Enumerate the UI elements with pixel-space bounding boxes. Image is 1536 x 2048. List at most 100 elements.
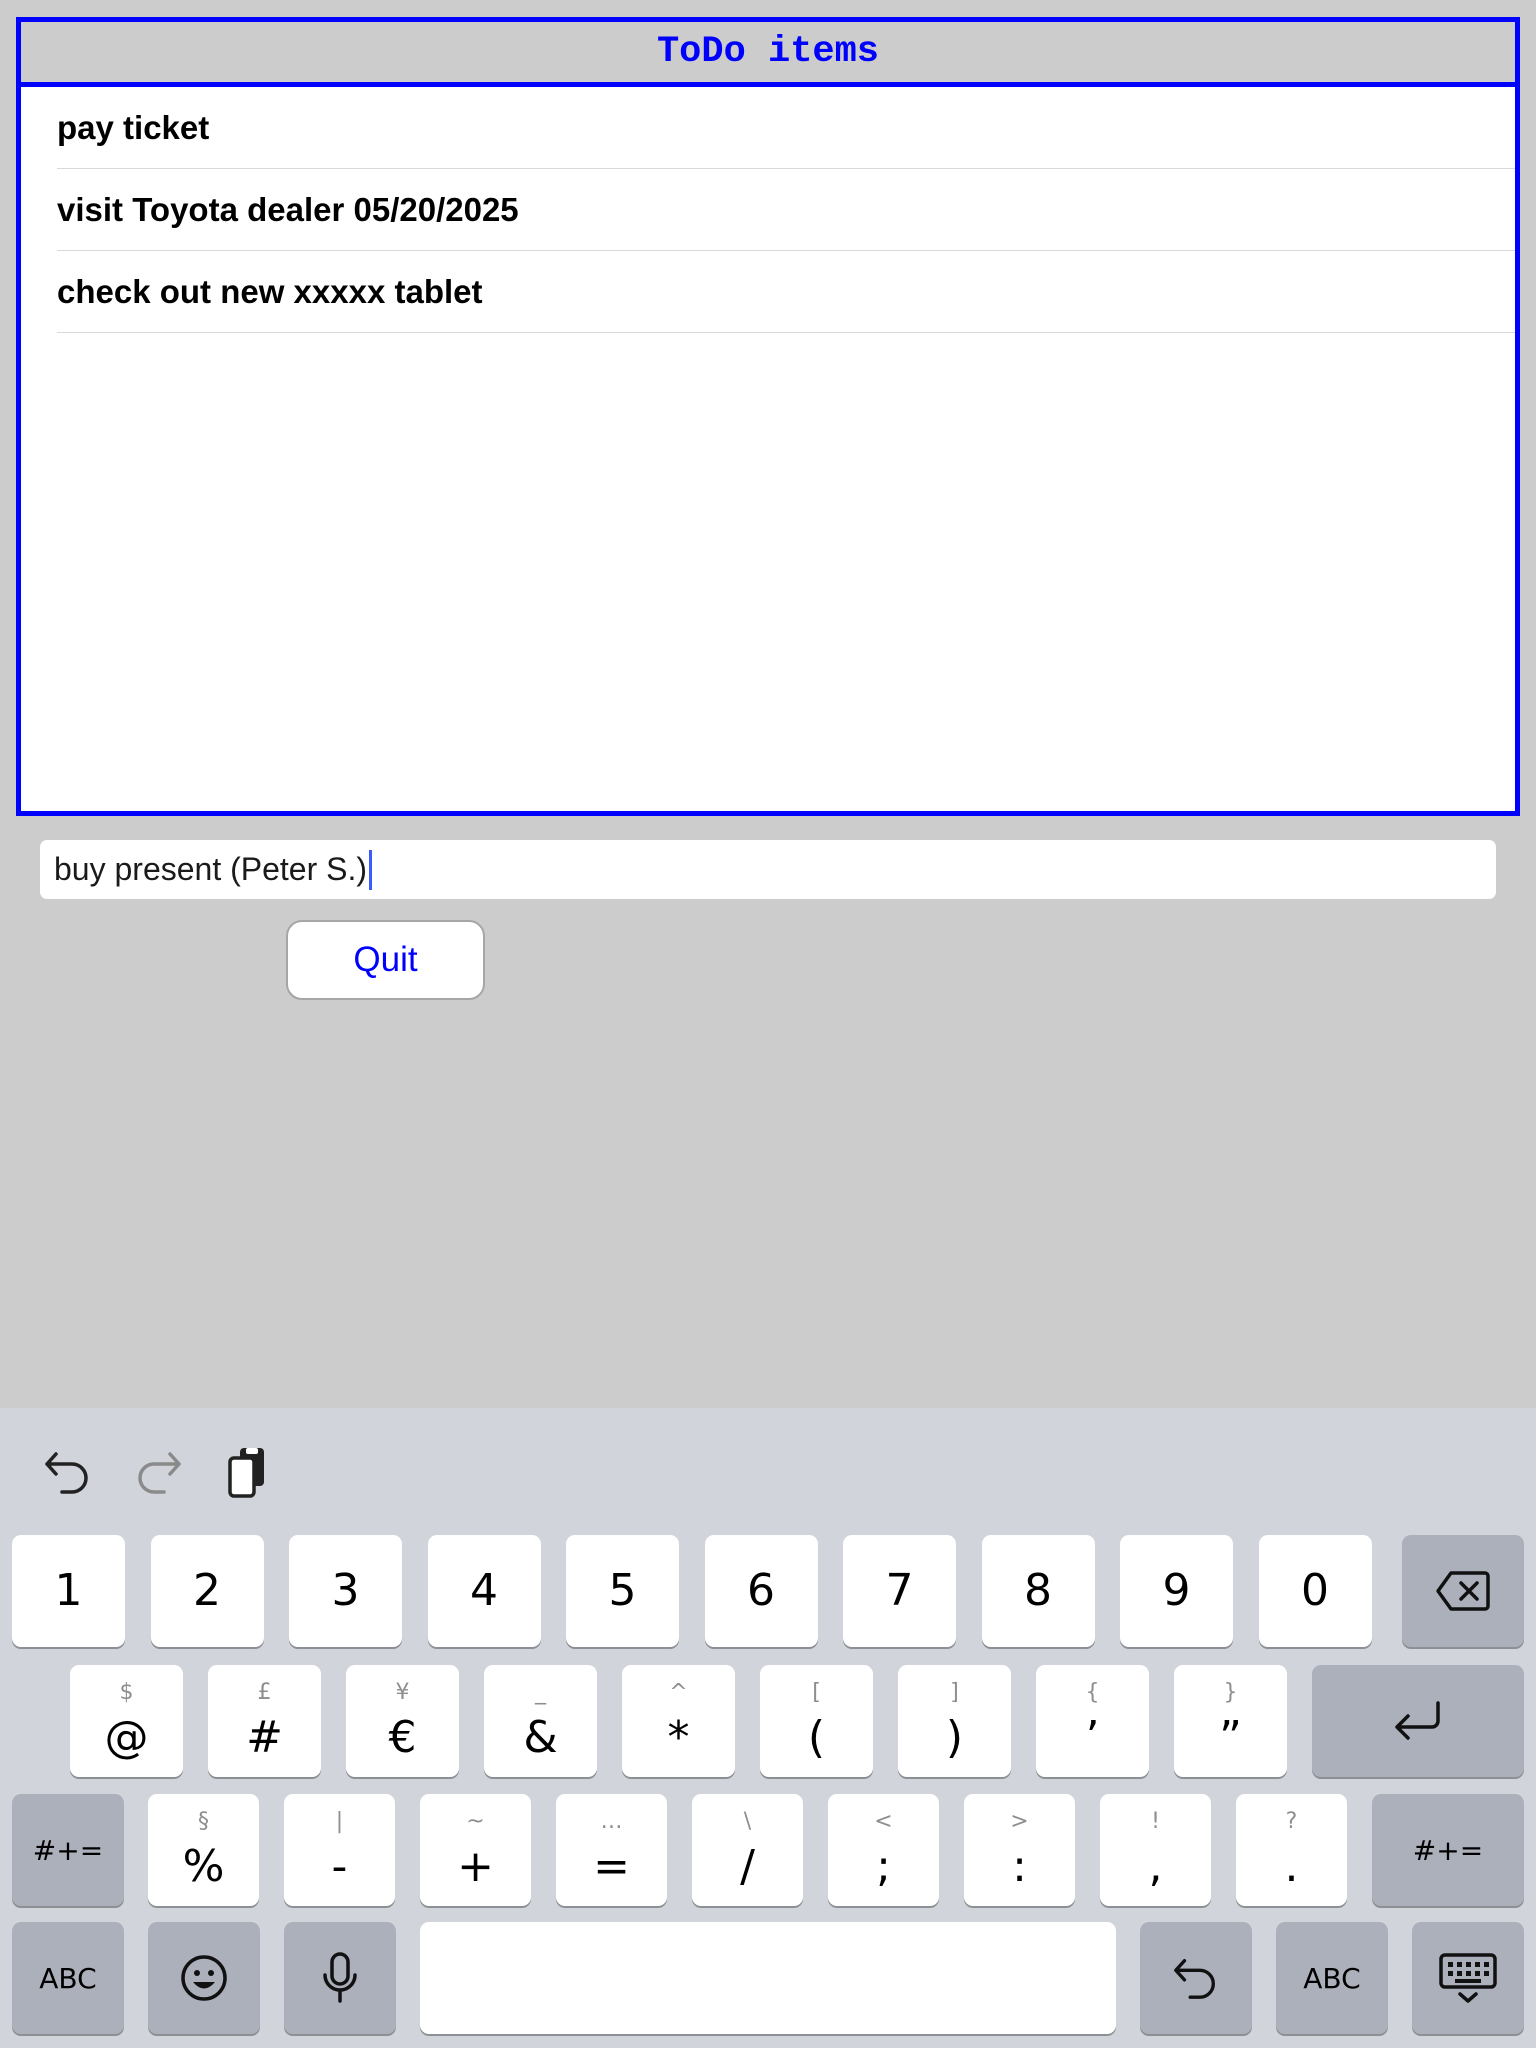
paste-icon[interactable] — [218, 1442, 278, 1502]
dismiss-keyboard-key[interactable] — [1412, 1922, 1524, 2034]
key-label: + — [457, 1841, 494, 1892]
key-symbol[interactable]: [( — [760, 1665, 873, 1777]
key-alt-label: ! — [1151, 1809, 1160, 1834]
keyboard: 1 2 3 4 5 6 7 8 9 0 $ @ £ # ¥ € _ & ^ *[(]){’}” #+= §% | - ~ +… = \… — [0, 1408, 1536, 2048]
key-label: 9 — [1162, 1565, 1191, 1616]
backspace-icon — [1436, 1571, 1490, 1611]
key-symbol[interactable]: §% — [148, 1794, 259, 1906]
key-alt-label: $ — [119, 1680, 134, 1705]
key-symbol[interactable]: ]) — [898, 1665, 1011, 1777]
return-icon — [1395, 1701, 1440, 1740]
symbols-key[interactable]: #+= — [12, 1794, 124, 1906]
backspace-key[interactable] — [1402, 1535, 1524, 1647]
undo-icon[interactable] — [38, 1442, 98, 1502]
key-symbol[interactable]: !, — [1100, 1794, 1211, 1906]
key-symbol[interactable]: _ & — [484, 1665, 597, 1777]
undo-key[interactable] — [1140, 1922, 1252, 2034]
key-6[interactable]: 6 — [704, 1535, 818, 1647]
key-alt-label: [ — [812, 1680, 821, 1705]
key-alt-label: ^ — [669, 1680, 688, 1705]
text-caret — [369, 849, 373, 890]
key-symbol[interactable]: ~ + — [420, 1794, 531, 1906]
key-label: 6 — [747, 1565, 775, 1616]
key-symbol[interactable]: {’ — [1036, 1665, 1149, 1777]
key-label: : — [1012, 1841, 1027, 1892]
key-label: 3 — [331, 1565, 360, 1616]
todo-item[interactable]: check out new xxxxx tablet — [57, 251, 1515, 333]
key-2[interactable]: 2 — [150, 1535, 264, 1647]
key-symbol[interactable]: }” — [1174, 1665, 1287, 1777]
key-label: ( — [807, 1712, 826, 1763]
key-alt-label: § — [198, 1809, 209, 1834]
key-label: , — [1148, 1841, 1163, 1892]
key-symbol[interactable]: ¥ € — [346, 1665, 459, 1777]
key-label: * — [667, 1712, 690, 1763]
todo-item[interactable]: pay ticket — [57, 87, 1515, 169]
return-key[interactable] — [1312, 1665, 1524, 1777]
key-label: ” — [1219, 1712, 1242, 1763]
key-9[interactable]: 9 — [1120, 1535, 1233, 1647]
key-label: @ — [104, 1712, 149, 1763]
key-5[interactable]: 5 — [566, 1535, 679, 1647]
key-label: 5 — [608, 1565, 637, 1616]
key-symbol[interactable]: ?. — [1236, 1794, 1347, 1906]
key-label: # — [246, 1712, 283, 1763]
key-label: % — [182, 1841, 225, 1892]
key-alt-label: > — [1010, 1809, 1029, 1834]
key-label: 7 — [885, 1565, 914, 1616]
todo-item[interactable]: visit Toyota dealer 05/20/2025 — [57, 169, 1515, 251]
key-alt-label: _ — [535, 1680, 546, 1705]
key-label: ; — [876, 1841, 891, 1892]
new-item-input[interactable]: buy present (Peter S.) — [40, 840, 1496, 899]
input-value: buy present (Peter S.) — [54, 851, 368, 887]
key-label: ABC — [1303, 1961, 1361, 1995]
undo-icon — [1174, 1959, 1215, 1999]
microphone-key[interactable] — [284, 1922, 396, 2034]
key-symbol[interactable]: £ # — [208, 1665, 321, 1777]
key-8[interactable]: 8 — [981, 1535, 1095, 1647]
key-symbol[interactable]: \ / — [692, 1794, 803, 1906]
key-label: ’ — [1085, 1712, 1100, 1763]
key-symbol[interactable]: <; — [828, 1794, 939, 1906]
key-symbol[interactable]: … = — [556, 1794, 667, 1906]
key-label: - — [331, 1841, 348, 1892]
key-alt-label: | — [335, 1809, 344, 1834]
key-alt-label: … — [600, 1809, 623, 1834]
key-3[interactable]: 3 — [289, 1535, 402, 1647]
key-4[interactable]: 4 — [427, 1535, 541, 1647]
key-label: . — [1284, 1841, 1299, 1892]
key-symbol[interactable]: >: — [964, 1794, 1075, 1906]
todo-list: pay ticket visit Toyota dealer 05/20/202… — [21, 87, 1515, 333]
key-alt-label: \ — [743, 1809, 752, 1834]
key-label: 4 — [470, 1565, 498, 1616]
key-label: & — [523, 1712, 558, 1763]
key-alt-label: < — [874, 1809, 893, 1834]
key-label: #+= — [1412, 1833, 1484, 1867]
key-1[interactable]: 1 — [12, 1535, 125, 1647]
key-symbol[interactable]: $ @ — [70, 1665, 183, 1777]
key-label: = — [593, 1841, 630, 1892]
symbols-key[interactable]: #+= — [1372, 1794, 1524, 1906]
key-0[interactable]: 0 — [1258, 1535, 1372, 1647]
key-label: 8 — [1024, 1565, 1052, 1616]
key-alt-label: ¥ — [395, 1680, 410, 1705]
abc-key[interactable]: ABC — [1276, 1922, 1388, 2034]
space-key[interactable] — [420, 1922, 1116, 2034]
keyboard-dismiss-icon — [1439, 1953, 1497, 2003]
key-label: ABC — [39, 1961, 97, 1995]
emoji-icon — [181, 1955, 227, 2001]
key-alt-label: } — [1223, 1680, 1238, 1705]
key-label: ) — [945, 1712, 964, 1763]
redo-icon[interactable] — [128, 1442, 188, 1502]
key-symbol[interactable]: | - — [284, 1794, 395, 1906]
abc-key[interactable]: ABC — [12, 1922, 124, 2034]
key-alt-label: { — [1085, 1680, 1100, 1705]
key-alt-label: ] — [950, 1680, 959, 1705]
key-symbol[interactable]: ^ * — [622, 1665, 735, 1777]
key-7[interactable]: 7 — [843, 1535, 956, 1647]
quit-button[interactable]: Quit — [286, 920, 485, 1000]
key-label: 2 — [193, 1565, 221, 1616]
todo-title: ToDo items — [21, 22, 1515, 87]
key-label: 1 — [54, 1565, 83, 1616]
emoji-key[interactable] — [148, 1922, 260, 2034]
